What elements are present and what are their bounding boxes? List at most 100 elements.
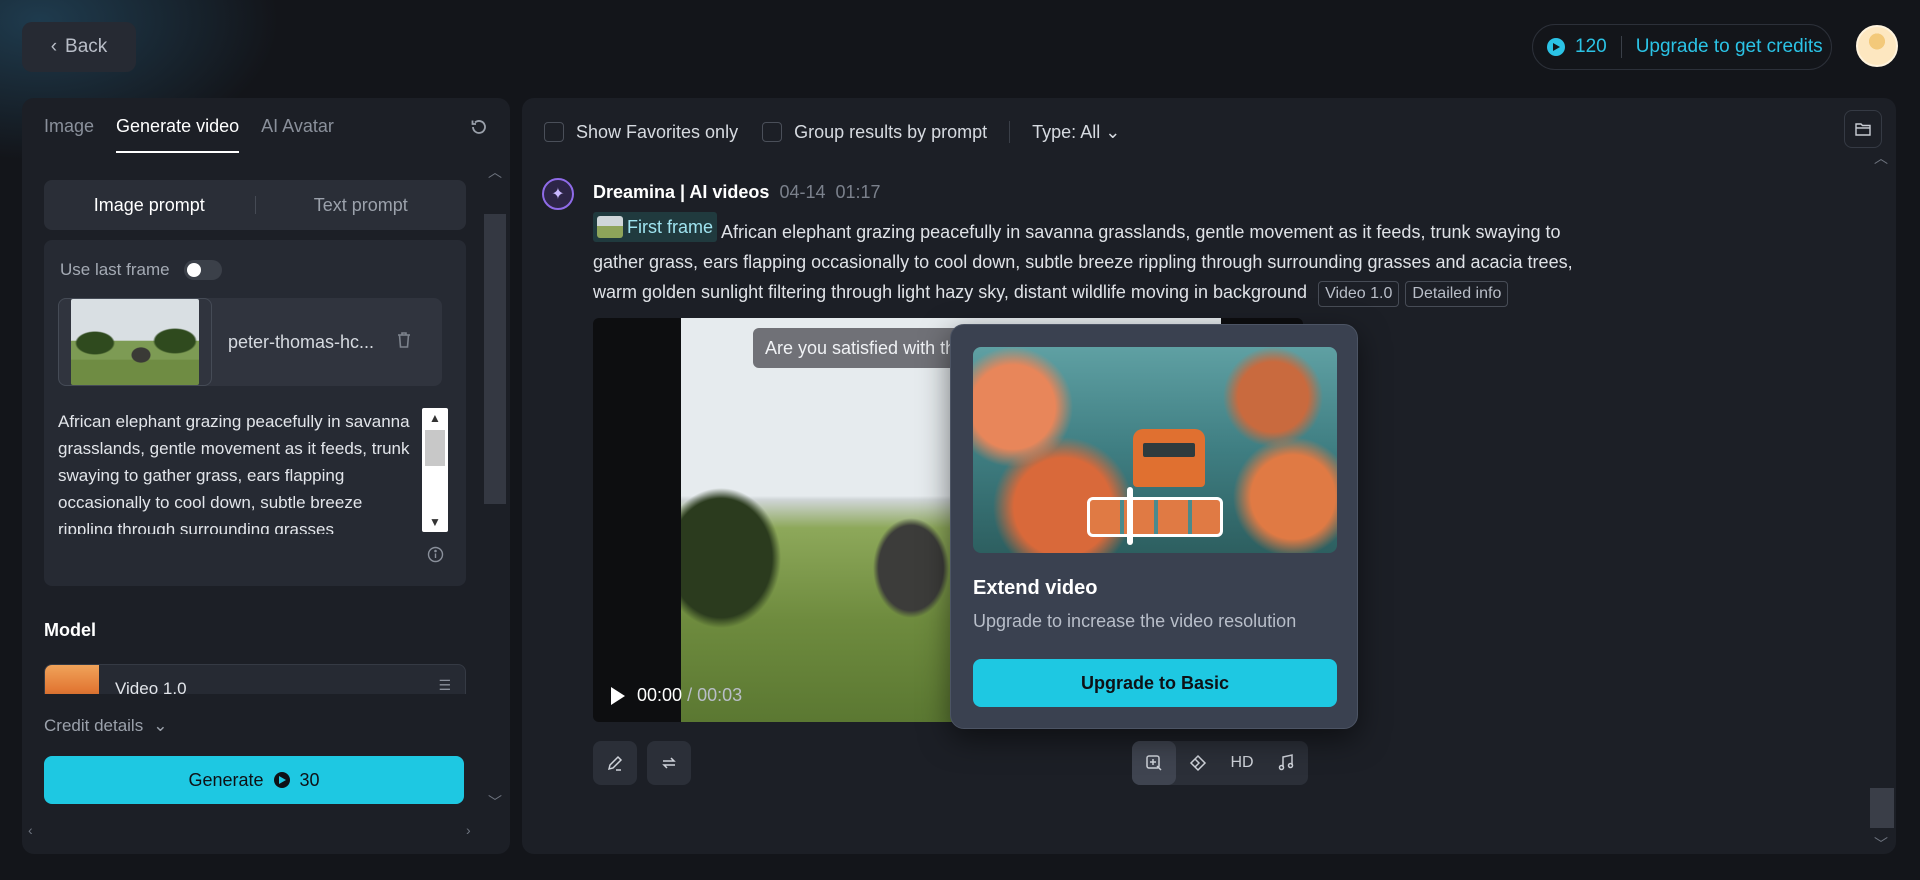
left-panel-scrollbar[interactable]: ︿ ﹀ xyxy=(482,162,508,812)
extend-icon xyxy=(1146,755,1162,771)
uploaded-image-thumbnail[interactable] xyxy=(58,298,212,386)
tab-generate-video[interactable]: Generate video xyxy=(116,116,240,153)
prompt-scroll-thumb[interactable] xyxy=(425,430,445,466)
results-filter-bar: Show Favorites only Group results by pro… xyxy=(544,116,1120,148)
regenerate-button[interactable] xyxy=(647,741,691,785)
tab-image[interactable]: Image xyxy=(44,116,94,153)
message-source: Dreamina | AI videos xyxy=(593,182,770,202)
chevron-down-icon: ⌄ xyxy=(1105,121,1121,142)
credit-coin-icon xyxy=(273,772,290,788)
model-tag[interactable]: Video 1.0 xyxy=(1318,281,1400,307)
elephant-thumbnail-image xyxy=(71,299,199,385)
use-last-frame-toggle[interactable] xyxy=(183,260,222,280)
generate-cost: 30 xyxy=(299,769,320,790)
text-prompt-option[interactable]: Text prompt xyxy=(256,195,467,216)
info-icon[interactable] xyxy=(427,546,444,568)
type-filter-label: Type: All xyxy=(1032,121,1101,142)
video-controls: 00:00 / 00:03 xyxy=(611,685,742,706)
scroll-up-icon[interactable]: ︿ xyxy=(1866,148,1896,168)
use-last-frame-label: Use last frame xyxy=(60,260,170,279)
interpolate-button[interactable] xyxy=(1176,741,1220,785)
scroll-left-icon[interactable]: ‹ xyxy=(28,822,33,838)
extend-video-illustration xyxy=(973,347,1337,553)
prompt-textarea[interactable]: African elephant grazing peacefully in s… xyxy=(58,408,418,534)
group-by-prompt-checkbox[interactable] xyxy=(762,122,783,142)
popover-description: Upgrade to increase the video resolution xyxy=(973,611,1297,631)
chevron-down-icon: ⌄ xyxy=(153,716,168,735)
message-date: 04-14 xyxy=(779,182,826,202)
credits-separator xyxy=(1620,36,1622,58)
folder-button[interactable] xyxy=(1844,110,1882,148)
scroll-right-icon[interactable]: › xyxy=(466,822,471,838)
uploaded-file-row: peter-thomas-hc... xyxy=(58,298,442,386)
favorites-filter-label: Show Favorites only xyxy=(576,121,739,142)
prompt-input-card: Use last frame peter-thomas-hc... Africa… xyxy=(44,240,466,586)
hd-upscale-button[interactable]: HD xyxy=(1220,741,1264,785)
timeline-strip-illustration xyxy=(1087,497,1223,537)
credits-count: 120 xyxy=(1575,36,1607,57)
prompt-scrollbar[interactable]: ▲ ▼ xyxy=(422,408,448,532)
type-filter-dropdown[interactable]: Type: All ⌄ xyxy=(1032,122,1120,143)
timeline-handle-illustration xyxy=(1127,487,1133,545)
satisfaction-prompt: Are you satisfied with th xyxy=(753,328,968,368)
model-name: Video 1.0 xyxy=(115,679,187,694)
left-scroll-thumb[interactable] xyxy=(484,214,506,504)
scroll-down-icon[interactable]: ▼ xyxy=(422,512,448,532)
left-horizontal-scrollbar[interactable]: ‹ › xyxy=(22,820,510,844)
uploaded-file-name: peter-thomas-hc... xyxy=(228,331,375,352)
message-header: Dreamina | AI videos 04-14 01:17 xyxy=(593,182,881,203)
extend-video-popover: Extend video Upgrade to increase the vid… xyxy=(950,324,1358,729)
credit-details-toggle[interactable]: Credit details ⌄ xyxy=(44,716,167,736)
play-icon[interactable] xyxy=(611,686,625,705)
extend-video-button[interactable] xyxy=(1132,741,1176,785)
use-last-frame-row: Use last frame xyxy=(60,260,222,280)
first-frame-chip[interactable]: First frame xyxy=(593,212,718,242)
video-duration: / 00:03 xyxy=(687,685,743,705)
results-scroll-thumb[interactable] xyxy=(1870,788,1894,828)
credits-pill: 120 Upgrade to get credits xyxy=(1532,24,1832,70)
dreamina-logo-icon: ✦ xyxy=(542,178,574,210)
back-label: Back xyxy=(65,36,108,57)
scroll-up-icon[interactable]: ︿ xyxy=(482,162,508,182)
generate-button[interactable]: Generate 30 xyxy=(44,756,464,804)
favorites-checkbox[interactable] xyxy=(544,122,564,142)
first-frame-thumbnail xyxy=(597,216,623,238)
back-button[interactable]: ‹ Back xyxy=(22,22,136,72)
user-avatar[interactable] xyxy=(1856,25,1898,67)
video-tools-group: HD xyxy=(1132,741,1308,785)
prompt-mode-switch: Image prompt Text prompt xyxy=(44,180,466,230)
edit-button[interactable] xyxy=(593,741,637,785)
refresh-icon[interactable] xyxy=(470,118,488,142)
credit-coin-icon xyxy=(1547,38,1565,56)
diamond-icon xyxy=(1189,754,1207,772)
scroll-down-icon[interactable]: ﹀ xyxy=(482,792,508,812)
image-prompt-option[interactable]: Image prompt xyxy=(44,195,255,216)
music-note-icon xyxy=(1278,754,1294,771)
train-illustration xyxy=(1133,429,1205,487)
repeat-icon xyxy=(662,757,676,769)
generate-label: Generate xyxy=(188,769,264,790)
message-prompt: First frame African elephant grazing pea… xyxy=(593,212,1613,307)
trash-icon[interactable] xyxy=(396,331,412,354)
model-selector[interactable]: Video 1.0 ☰ xyxy=(44,664,466,694)
upgrade-to-basic-button[interactable]: Upgrade to Basic xyxy=(973,659,1337,707)
upgrade-credits-link[interactable]: Upgrade to get credits xyxy=(1636,36,1823,58)
add-audio-button[interactable] xyxy=(1264,741,1308,785)
settings-sliders-icon[interactable]: ☰ xyxy=(438,677,451,694)
detailed-info-tag[interactable]: Detailed info xyxy=(1405,281,1509,307)
scroll-up-icon[interactable]: ▲ xyxy=(422,408,448,428)
mode-tabs: Image Generate video AI Avatar xyxy=(44,116,334,153)
credit-details-label: Credit details xyxy=(44,716,144,735)
video-current-time: 00:00 xyxy=(637,685,683,705)
left-panel: Image Generate video AI Avatar Image pro… xyxy=(22,98,510,854)
message-time: 01:17 xyxy=(835,182,881,202)
tab-ai-avatar[interactable]: AI Avatar xyxy=(261,116,334,153)
model-section-label: Model xyxy=(44,620,96,640)
folder-icon xyxy=(1855,123,1871,136)
model-thumbnail xyxy=(45,665,99,694)
popover-title: Extend video xyxy=(973,577,1098,599)
group-filter-label: Group results by prompt xyxy=(794,121,988,142)
results-scrollbar[interactable]: ︿ ﹀ xyxy=(1866,148,1896,854)
chevron-left-icon: ‹ xyxy=(50,36,58,57)
scroll-down-icon[interactable]: ﹀ xyxy=(1866,834,1896,854)
